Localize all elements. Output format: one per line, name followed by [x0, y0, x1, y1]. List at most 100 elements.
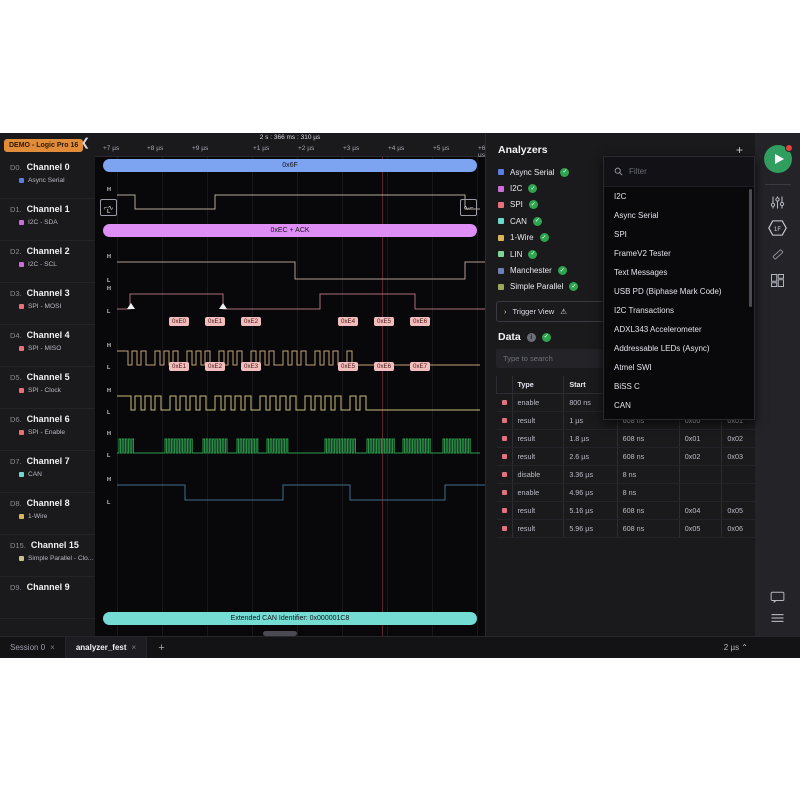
channel-name: Channel 5 [26, 372, 70, 382]
channel-name: Channel 8 [26, 498, 70, 508]
channel-row-channel-7[interactable]: D7. Channel 7 CAN [0, 451, 95, 493]
cell-type: result [512, 447, 565, 467]
dropdown-item-dmx-512[interactable]: DMX-512 [604, 415, 754, 419]
close-icon[interactable]: × [50, 643, 55, 652]
cell-type: result [512, 411, 565, 431]
mosi-hex-label[interactable]: 0xE5 [374, 317, 395, 326]
decode-bubble[interactable]: 0x6F [103, 159, 477, 172]
dropdown-filter-row[interactable]: Filter [604, 157, 754, 187]
zoom-status[interactable]: 2 µs ⌃ [724, 643, 748, 652]
dropdown-item-addressable-leds-async-[interactable]: Addressable LEDs (Async) [604, 339, 754, 358]
check-icon[interactable]: ✓ [528, 200, 538, 210]
analyzer-color-dot [19, 178, 24, 183]
channel-row-channel-5[interactable]: D5. Channel 5 SPI - Clock [0, 367, 95, 409]
row-marker [496, 411, 513, 431]
trigger-view-label: Trigger View [512, 307, 555, 317]
session-tab-session-0[interactable]: Session 0 × [0, 637, 66, 658]
miso-hex-label[interactable]: 0xE5 [338, 362, 359, 371]
dropdown-item-i2c-transactions[interactable]: I2C Transactions [604, 301, 754, 320]
analyzer-picker-dropdown[interactable]: Filter I2C Async Serial SPI FrameV2 Tester T… [603, 156, 755, 420]
mosi-hex-label[interactable]: 0xE4 [338, 317, 359, 326]
waveform-area[interactable]: 2 s : 366 ms : 310 µs +7 µs +8 µs +9 µs +1 … [95, 133, 485, 654]
channel-row-channel-2[interactable]: D2. Channel 2 I2C - SCL [0, 241, 95, 283]
channel-analyzer-label: SPI - Clock [28, 387, 61, 394]
check-icon[interactable]: ✓ [557, 266, 567, 276]
dropdown-item-text-messages[interactable]: Text Messages [604, 263, 754, 282]
check-icon[interactable]: ✓ [528, 249, 538, 259]
miso-hex-label[interactable]: 0xE3 [241, 362, 262, 371]
channel-row-channel-15[interactable]: D15. Channel 15 Simple Parallel - Clo... [0, 535, 95, 577]
table-row[interactable]: result 5.96 µs 608 ns 0x05 0x06 [496, 519, 765, 539]
decode-bubble[interactable]: Extended CAN Identifier: 0x000001C8 [103, 612, 477, 625]
channel-row-channel-1[interactable]: D1. Channel 1 I2C - SDA [0, 199, 95, 241]
channel-row-channel-9[interactable]: D9. Channel 9 [0, 577, 95, 619]
table-row[interactable]: disable 3.36 µs 8 ns [496, 465, 765, 485]
channel-analyzer-label: 1-Wire [28, 513, 48, 520]
apps-grid-icon[interactable] [764, 267, 792, 293]
check-icon[interactable]: ✓ [539, 233, 549, 243]
level-low-label: L [107, 365, 111, 371]
data-title: Data [498, 331, 521, 344]
dropdown-item-async-serial[interactable]: Async Serial [604, 206, 754, 225]
session-tab-analyzer-fest[interactable]: analyzer_fest × [65, 637, 148, 658]
dropdown-item-spi[interactable]: SPI [604, 225, 754, 244]
close-icon[interactable]: × [132, 643, 137, 652]
table-row[interactable]: enable 4.96 µs 8 ns [496, 483, 765, 503]
data-enabled-check-icon[interactable]: ✓ [541, 332, 551, 342]
toolbar-divider [764, 184, 791, 185]
check-icon[interactable]: ✓ [528, 184, 538, 194]
table-row[interactable]: result 5.16 µs 608 ns 0x04 0x05 [496, 501, 765, 521]
miso-hex-label[interactable]: 0xE1 [169, 362, 190, 371]
table-row[interactable]: result 2.6 µs 608 ns 0x02 0x03 [496, 447, 765, 467]
dropdown-item-usb-pd-biphase-mark-code-[interactable]: USB PD (Biphase Mark Code) [604, 282, 754, 301]
miso-hex-label[interactable]: 0xE2 [205, 362, 226, 371]
frame-badge-icon[interactable]: 1F [764, 215, 792, 241]
zoom-out-box[interactable]: ∿⌐ [460, 199, 477, 216]
channel-row-channel-6[interactable]: D6. Channel 6 SPI - Enable [0, 409, 95, 451]
mosi-hex-label[interactable]: 0xE0 [169, 317, 190, 326]
hamburger-menu-icon[interactable] [764, 610, 792, 636]
check-icon[interactable]: ✓ [569, 282, 579, 292]
check-icon[interactable]: ✓ [532, 216, 542, 226]
mosi-hex-label[interactable]: 0xE6 [410, 317, 431, 326]
dropdown-item-adxl343-accelerometer[interactable]: ADXL343 Accelerometer [604, 320, 754, 339]
start-capture-button[interactable] [763, 144, 793, 173]
channel-row-channel-0[interactable]: D0. Channel 0 Async Serial [0, 157, 95, 199]
filter-input[interactable]: Filter [629, 167, 647, 176]
sliders-icon[interactable] [764, 189, 792, 215]
dropdown-item-can[interactable]: CAN [604, 396, 754, 415]
table-header-type[interactable]: Type [511, 376, 565, 395]
chevron-left-icon[interactable]: ❮ [81, 138, 90, 149]
miso-hex-label[interactable]: 0xE7 [410, 362, 431, 371]
channel-id: D2. [10, 247, 22, 256]
demo-badge[interactable]: DEMO - Logic Pro 16 [4, 138, 84, 152]
waveform-canvas[interactable]: HLHLHLHLHLHLHLHLHLHL0x6F0xEC + ACKExtend… [95, 157, 485, 654]
dropdown-scrollbar[interactable] [749, 189, 752, 307]
channel-row-channel-3[interactable]: D3. Channel 3 SPI - MOSI [0, 283, 95, 325]
channel-id: D1. [10, 205, 22, 214]
add-session-tab-button[interactable]: + [147, 642, 175, 654]
dropdown-item-i2c[interactable]: I2C [604, 187, 754, 206]
measure-pencil-icon[interactable] [764, 241, 792, 267]
dropdown-item-framev2-tester[interactable]: FrameV2 Tester [604, 244, 754, 263]
timeline-ruler[interactable]: 2 s : 366 ms : 310 µs +7 µs +8 µs +9 µs +1 … [95, 133, 485, 159]
dropdown-item-atmel-swi[interactable]: Atmel SWI [604, 358, 754, 377]
mosi-hex-label[interactable]: 0xE2 [241, 317, 262, 326]
mosi-hex-label[interactable]: 0xE1 [205, 317, 226, 326]
decode-bubble[interactable]: 0xEC + ACK [103, 224, 477, 237]
info-icon[interactable]: i [526, 332, 536, 342]
check-icon[interactable]: ✓ [560, 167, 570, 177]
chat-bubble-icon[interactable] [764, 584, 792, 610]
table-row[interactable]: result 1.8 µs 608 ns 0x01 0x02 [496, 429, 765, 449]
dropdown-scroll[interactable]: I2C Async Serial SPI FrameV2 Tester Text Mes… [604, 187, 754, 419]
chevron-up-icon[interactable]: ⌃ [741, 643, 748, 652]
plus-icon[interactable]: + [736, 144, 743, 156]
zoom-in-box[interactable]: ⌐∿ [100, 199, 117, 216]
channel-row-channel-4[interactable]: D4. Channel 4 SPI - MISO [0, 325, 95, 367]
level-high-label: H [107, 388, 111, 394]
miso-hex-label[interactable]: 0xE6 [374, 362, 395, 371]
channel-row-channel-8[interactable]: D8. Channel 8 1-Wire [0, 493, 95, 535]
channel-analyzer-label: Simple Parallel - Clo... [28, 555, 94, 562]
cell-start: 5.96 µs [563, 519, 618, 539]
dropdown-item-biss-c[interactable]: BiSS C [604, 377, 754, 396]
